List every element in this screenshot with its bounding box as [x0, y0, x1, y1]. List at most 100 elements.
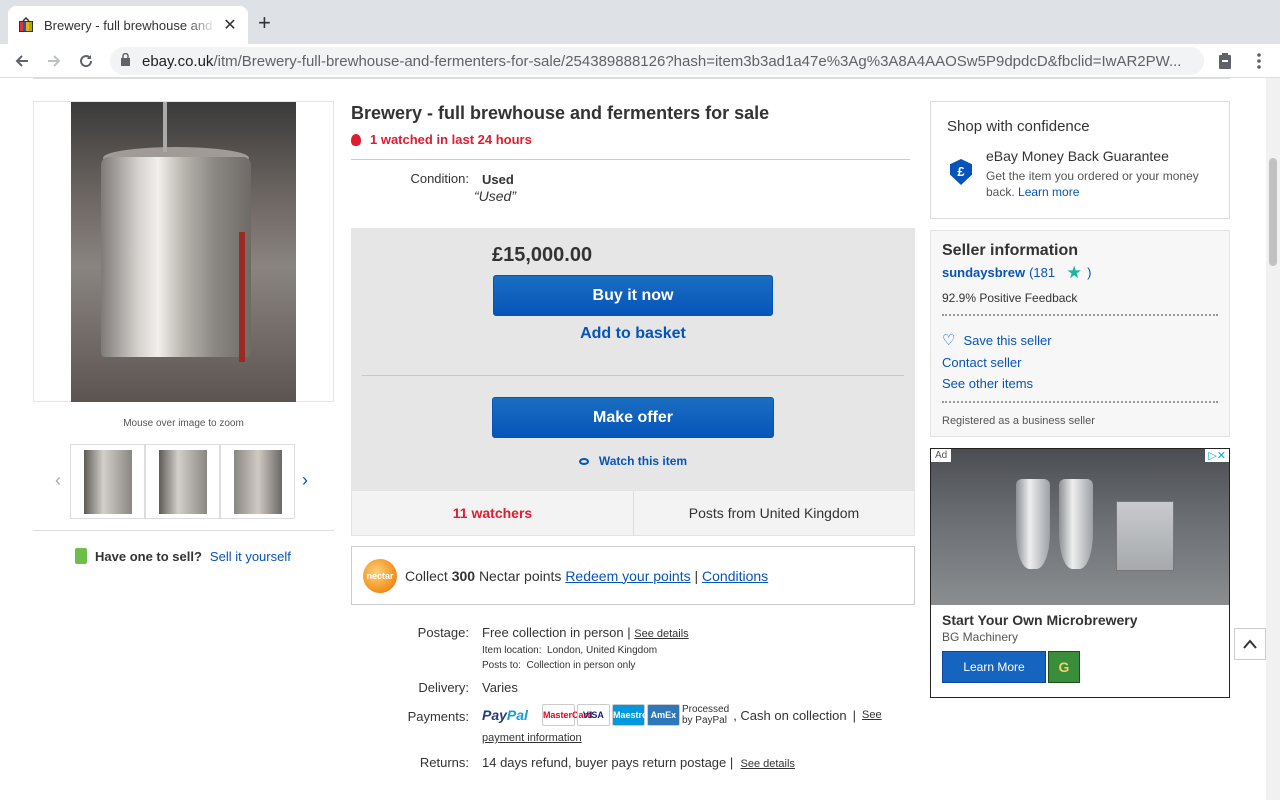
shield-icon: £ — [950, 159, 972, 185]
amex-icon: AmEx — [646, 704, 680, 726]
posts-to-value: Collection in person only — [526, 660, 636, 671]
returns-value-line: 14 days refund, buyer pays return postag… — [482, 755, 795, 770]
see-payment-link-a[interactable]: See — [862, 709, 882, 721]
posts-to-label: Posts to: — [482, 660, 521, 671]
seller-heading: Seller information — [942, 242, 1079, 259]
postage-label: Postage: — [417, 625, 469, 640]
ad-control-panel — [1116, 501, 1174, 571]
clipboard-icon[interactable] — [1214, 50, 1236, 72]
sell-one-promo: Have one to sell? Sell it yourself — [75, 548, 291, 564]
browser-toolbar: ebay.co.uk/itm/Brewery-full-brewhouse-an… — [0, 44, 1280, 78]
ad-learn-more-button[interactable]: Learn More — [942, 651, 1046, 683]
ad-image[interactable] — [931, 449, 1229, 605]
ad-close-icon[interactable]: ▷✕ — [1205, 449, 1229, 462]
ad-title[interactable]: Start Your Own Microbrewery — [942, 612, 1138, 628]
title-divider — [351, 159, 910, 160]
see-payment-link-b[interactable]: payment information — [482, 732, 582, 744]
main-image-frame[interactable] — [33, 101, 334, 402]
money-back-title: eBay Money Back Guarantee — [986, 148, 1169, 164]
postage-sep: | — [623, 625, 635, 640]
stats-row: 11 watchers Posts from United Kingdom — [351, 490, 915, 536]
thumb-next-icon[interactable]: › — [302, 470, 308, 491]
main-image[interactable] — [71, 101, 296, 402]
thumbnail[interactable] — [70, 444, 145, 519]
conditions-link[interactable]: Conditions — [702, 568, 768, 584]
price-tag-icon — [75, 548, 87, 564]
posts-to: Posts to: Collection in person only — [482, 660, 635, 671]
mastercard-icon: MasterCard — [541, 704, 592, 726]
delivery-label: Delivery: — [418, 680, 469, 695]
thumb-prev-icon[interactable]: ‹ — [55, 470, 61, 491]
url-path: /itm/Brewery-full-brewhouse-and-fermente… — [213, 52, 1182, 70]
delivery-value: Varies — [482, 680, 518, 695]
menu-dots-icon[interactable] — [1248, 50, 1270, 72]
sell-it-yourself-link[interactable]: Sell it yourself — [210, 549, 291, 564]
tab-title: Brewery - full brewhouse and f — [44, 17, 216, 33]
browser-tab[interactable]: Brewery - full brewhouse and f ✕ — [8, 6, 248, 44]
thumbnail[interactable] — [220, 444, 295, 519]
dotted-divider — [942, 314, 1218, 316]
seller-name-link[interactable]: sundaysbrew — [942, 265, 1025, 280]
maestro-icon: Maestro — [611, 704, 647, 726]
top-divider — [33, 78, 1230, 80]
see-other-items-link[interactable]: See other items — [942, 376, 1033, 391]
buy-it-now-button[interactable]: Buy it now — [493, 275, 773, 316]
nectar-prefix: Collect — [405, 567, 448, 584]
star-icon — [1067, 265, 1081, 279]
watchers-count: 11 watchers — [352, 491, 634, 535]
dotted-divider — [942, 401, 1218, 403]
back-to-top-icon[interactable] — [1234, 628, 1266, 660]
nectar-banner: nectar Collect 300 Nectar points Redeem … — [351, 546, 915, 605]
hose — [239, 231, 245, 362]
condition-value: Used — [482, 172, 514, 187]
seller-name-line: sundaysbrew (181 ) — [942, 265, 1091, 280]
location-value: London, United Kingdom — [547, 645, 658, 656]
thumbnail-strip: ‹ › — [47, 444, 322, 520]
ad-banner[interactable]: Ad ▷✕ Start Your Own Microbrewery BG Mac… — [930, 448, 1230, 698]
item-location: Item location: London, United Kingdom — [482, 645, 657, 656]
save-seller-link[interactable]: ♡ Save this seller — [942, 331, 1052, 349]
buy-box: £15,000.00 Buy it now Add to basket Make… — [351, 228, 915, 490]
ad-tank — [1059, 479, 1093, 569]
redeem-points-link[interactable]: Redeem your points — [565, 568, 690, 584]
ad-label: Ad — [931, 449, 952, 462]
sell-question: Have one to sell? — [95, 548, 202, 564]
seller-score-close: ) — [1087, 265, 1092, 280]
reload-icon[interactable] — [75, 50, 97, 72]
watch-item-link[interactable]: Watch this item — [493, 454, 773, 468]
page-content: Mouse over image to zoom ‹ › Have one to… — [0, 78, 1280, 800]
contact-seller-link[interactable]: Contact seller — [942, 355, 1021, 370]
payments-label: Payments: — [407, 709, 469, 724]
nectar-divider: | — [694, 567, 699, 584]
thumbnail[interactable] — [145, 444, 220, 519]
tab-close-icon[interactable]: ✕ — [222, 15, 238, 35]
add-to-basket-button[interactable]: Add to basket — [493, 325, 773, 343]
paypal-logo-icon: PayPal — [482, 707, 528, 723]
visa-icon: VISA — [576, 704, 610, 726]
pipe — [163, 101, 167, 152]
returns-sep: | — [726, 755, 737, 770]
address-bar[interactable]: ebay.co.uk/itm/Brewery-full-brewhouse-an… — [110, 47, 1204, 75]
ad-logo-icon: G — [1048, 651, 1080, 683]
shop-with-confidence: Shop with confidence £ eBay Money Back G… — [930, 101, 1230, 219]
seller-score[interactable]: (181 — [1029, 265, 1055, 280]
postage-value: Free collection in person — [482, 625, 624, 640]
gallery-divider — [33, 530, 334, 531]
new-tab-button[interactable]: + — [258, 12, 271, 34]
payment-sep: | — [852, 707, 857, 723]
learn-more-link[interactable]: Learn more — [1018, 185, 1079, 199]
forward-arrow-icon[interactable] — [43, 50, 65, 72]
seller-info: Seller information sundaysbrew (181 ) 92… — [930, 230, 1230, 437]
processed-by-paypal: Processed by PayPal — [681, 704, 730, 726]
make-offer-button[interactable]: Make offer — [492, 397, 774, 438]
back-arrow-icon[interactable] — [11, 50, 33, 72]
postage-see-details-link[interactable]: See details — [634, 628, 688, 640]
money-back-desc: Get the item you ordered or your money b… — [986, 169, 1199, 199]
scrollbar-thumb[interactable] — [1269, 158, 1277, 266]
returns-see-details-link[interactable]: See details — [741, 758, 795, 770]
confidence-title: Shop with confidence — [947, 118, 1090, 135]
buy-box-divider — [362, 375, 904, 376]
condition-label: Condition: — [410, 171, 469, 186]
zoom-hint: Mouse over image to zoom — [123, 418, 244, 429]
payment-methods: PayPal MasterCard VISA Maestro AmEx Proc… — [482, 704, 882, 726]
